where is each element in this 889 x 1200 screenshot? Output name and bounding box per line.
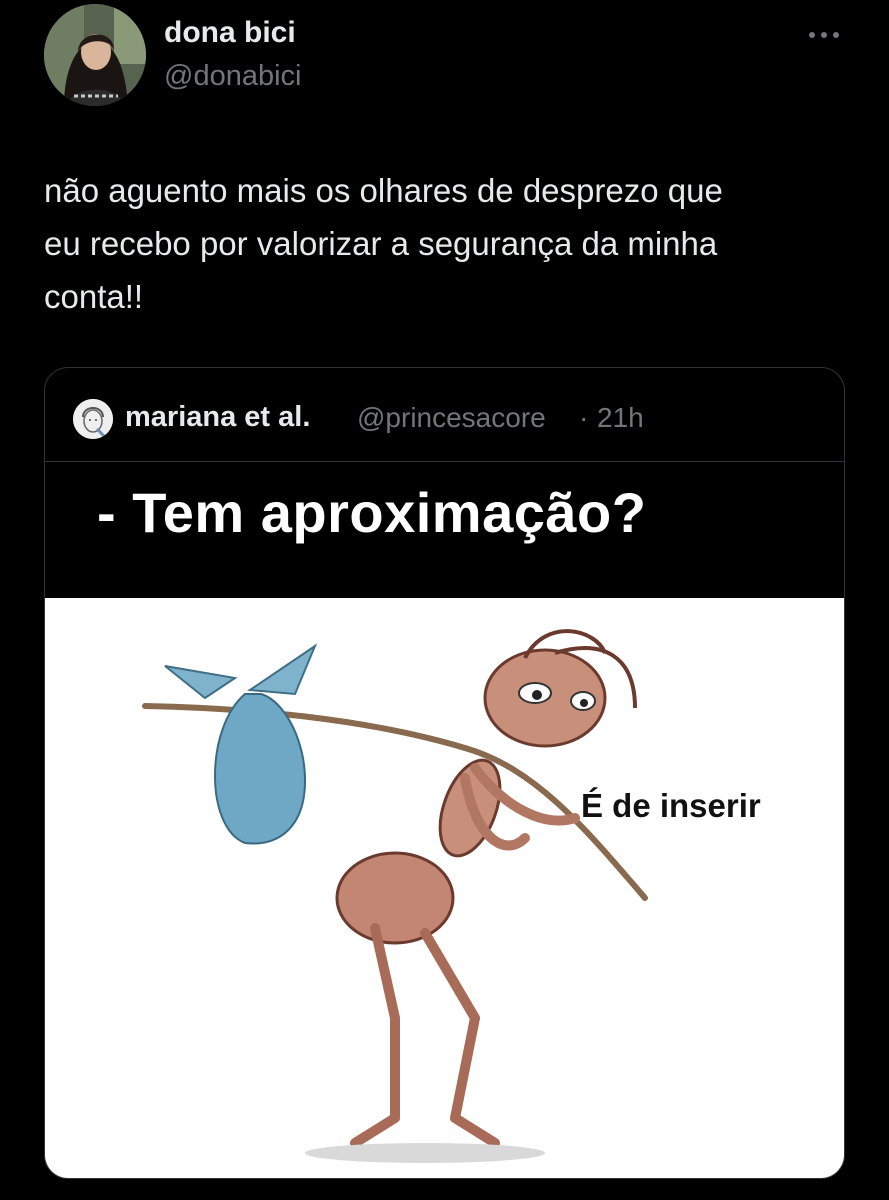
dot-separator: · <box>579 402 589 433</box>
author-display-name[interactable]: dona bici <box>164 16 296 50</box>
quoted-timestamp[interactable]: 21h <box>597 402 644 434</box>
quoted-tweet-header: mariana et al. @princesacore · 21h <box>45 368 844 462</box>
profile-photo-icon <box>44 4 146 106</box>
quoted-author-handle[interactable]: @princesacore <box>357 402 546 434</box>
tweet-text-line: eu recebo por valorizar a segurança da m… <box>44 225 718 262</box>
more-options-button[interactable] <box>800 20 848 50</box>
ant-with-bindle-icon <box>142 629 648 1163</box>
tweet-text-line: conta!! <box>44 278 144 315</box>
author-avatar[interactable] <box>44 4 146 106</box>
tweet: dona bici @donabici não aguento mais os … <box>0 0 889 1200</box>
tweet-text: não aguento mais os olhares de desprezo … <box>44 164 844 323</box>
meme-caption-band: - Tem aproximação? <box>45 462 844 598</box>
profile-drawing-icon <box>73 399 113 439</box>
meme-caption: - Tem aproximação? <box>97 481 647 544</box>
meme-label: É de inserir <box>581 787 761 824</box>
author-handle[interactable]: @donabici <box>164 60 301 93</box>
quoted-author-avatar[interactable] <box>73 399 113 439</box>
more-options-icon <box>809 32 839 38</box>
tweet-text-line: não aguento mais os olhares de desprezo … <box>44 172 723 209</box>
meme-image[interactable]: - Tem aproximação? É de inserir <box>45 462 844 1178</box>
quoted-author-display-name[interactable]: mariana et al. <box>125 401 310 434</box>
meme-picture: É de inserir <box>45 598 844 1178</box>
quoted-tweet-card[interactable]: mariana et al. @princesacore · 21h - Tem… <box>44 367 845 1179</box>
